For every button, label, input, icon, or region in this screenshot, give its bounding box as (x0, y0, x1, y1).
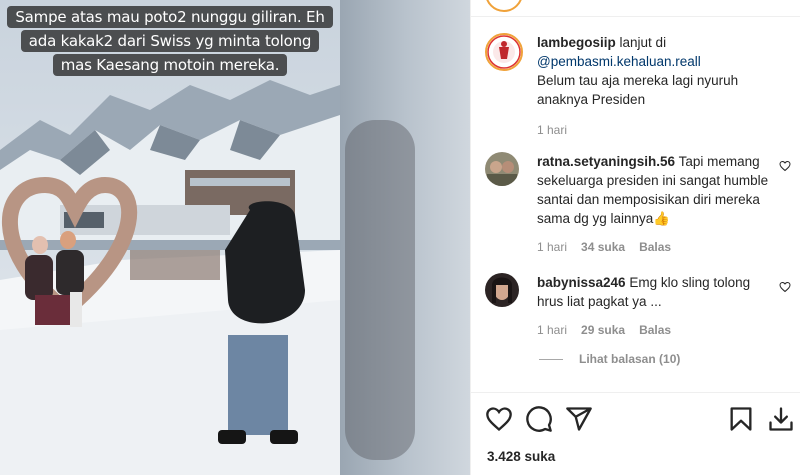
divider (471, 16, 800, 17)
comment-body: babynissa246 Emg klo sling tolong hrus l… (537, 273, 769, 340)
avatar[interactable] (485, 33, 523, 71)
caption-line: ada kakak2 dari Swiss yg minta tolong (20, 30, 320, 52)
timestamp[interactable]: 1 hari (537, 121, 567, 140)
comment-username[interactable]: ratna.setyaningsih.56 (537, 154, 675, 169)
timestamp[interactable]: 1 hari (537, 238, 567, 257)
post-author[interactable]: lambegosiip (537, 35, 616, 50)
lambe-logo-icon (487, 35, 521, 69)
view-replies-button[interactable]: Lihat balasan (10) (539, 352, 680, 366)
caption-meta: 1 hari (537, 121, 769, 140)
avatar-photo-icon (485, 152, 519, 186)
heart-icon[interactable] (779, 281, 791, 293)
timestamp[interactable]: 1 hari (537, 321, 567, 340)
comment-icon[interactable] (525, 405, 553, 433)
avatar[interactable] (485, 152, 519, 186)
download-icon[interactable] (767, 405, 795, 433)
heart-icon[interactable] (779, 160, 791, 172)
divider (471, 392, 800, 393)
view-replies-label: Lihat balasan (10) (579, 352, 681, 366)
avatar-photo-icon (485, 273, 519, 307)
header-avatar[interactable] (485, 0, 523, 12)
paper-plane-icon[interactable] (565, 405, 593, 433)
caption-line: mas Kaesang motoin mereka. (52, 54, 288, 76)
heart-icon[interactable] (485, 405, 513, 433)
caption-line: Sampe atas mau poto2 nunggu giliran. Eh (7, 6, 333, 28)
comment-meta: 1 hari 34 suka Balas (537, 238, 769, 257)
mention-link[interactable]: @pembasmi.kehaluan.reall (537, 54, 701, 69)
comment-username[interactable]: babynissa246 (537, 275, 626, 290)
comment-meta: 1 hari 29 suka Balas (537, 321, 769, 340)
comment-body: ratna.setyaningsih.56 Tapi memang sekelu… (537, 152, 769, 257)
caption-text: lanjut di (619, 35, 667, 50)
action-bar (485, 405, 797, 433)
post-media[interactable]: Sampe atas mau poto2 nunggu giliran. Eh … (0, 0, 470, 475)
comments-panel: lambegosiip lanjut di @pembasmi.kehaluan… (470, 0, 800, 475)
bookmark-icon[interactable] (727, 405, 755, 433)
comment-likes[interactable]: 34 suka (581, 238, 625, 257)
video-caption: Sampe atas mau poto2 nunggu giliran. Eh … (0, 4, 340, 76)
caption-body: lambegosiip lanjut di @pembasmi.kehaluan… (537, 33, 769, 140)
reply-button[interactable]: Balas (639, 321, 671, 340)
comment-likes[interactable]: 29 suka (581, 321, 625, 340)
divider (539, 358, 563, 360)
likes-count[interactable]: 3.428 suka (487, 449, 555, 464)
caption-text-2: Belum tau aja mereka lagi nyuruh anaknya… (537, 73, 739, 107)
reply-button[interactable]: Balas (639, 238, 671, 257)
avatar[interactable] (485, 273, 519, 307)
